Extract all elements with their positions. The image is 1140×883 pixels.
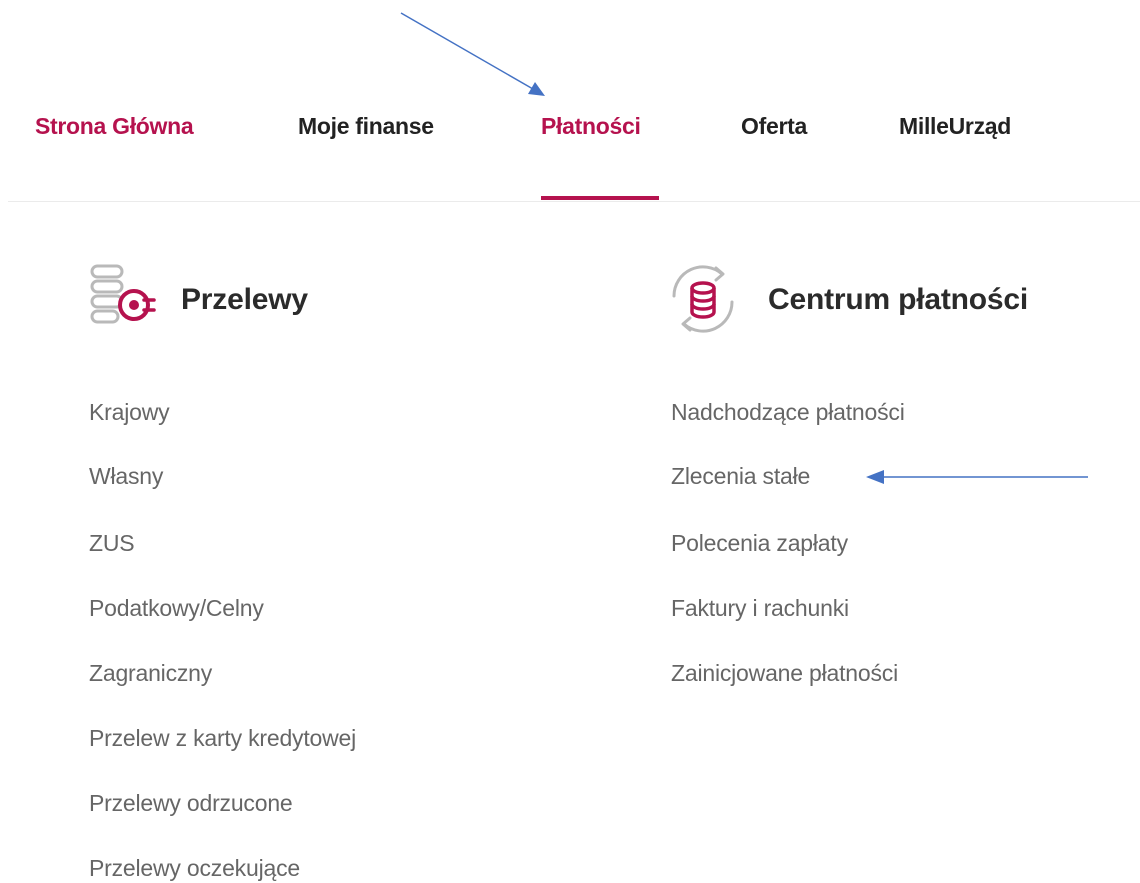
transfers-icon: [90, 264, 156, 324]
active-tab-indicator: [541, 196, 659, 200]
nav-item-milleurzad[interactable]: MilleUrząd: [899, 113, 1011, 140]
link-zagraniczny[interactable]: Zagraniczny: [89, 660, 212, 687]
link-przelewy-oczekujace[interactable]: Przelewy oczekujące: [89, 855, 300, 882]
section-title-centrum-platnosci: Centrum płatności: [768, 283, 1028, 316]
nav-item-oferta[interactable]: Oferta: [741, 113, 807, 140]
section-title-przelewy: Przelewy: [181, 283, 308, 316]
nav-item-platnosci[interactable]: Płatności: [541, 113, 641, 140]
link-zlecenia-stale[interactable]: Zlecenia stałe: [671, 463, 810, 490]
nav-divider: [8, 201, 1140, 202]
link-zus[interactable]: ZUS: [89, 530, 135, 557]
link-nadchodzace-platnosci[interactable]: Nadchodzące płatności: [671, 399, 905, 426]
link-przelew-z-karty-kredytowej[interactable]: Przelew z karty kredytowej: [89, 725, 356, 752]
nav-item-moje-finanse[interactable]: Moje finanse: [298, 113, 434, 140]
link-krajowy[interactable]: Krajowy: [89, 399, 170, 426]
nav-item-strona-glowna[interactable]: Strona Główna: [35, 113, 194, 140]
link-wlasny[interactable]: Własny: [89, 463, 163, 490]
main-nav: Strona Główna Moje finanse Płatności Ofe…: [0, 0, 1140, 202]
link-polecenia-zaplaty[interactable]: Polecenia zapłaty: [671, 530, 848, 557]
link-zainicjowane-platnosci[interactable]: Zainicjowane płatności: [671, 660, 898, 687]
link-faktury-i-rachunki[interactable]: Faktury i rachunki: [671, 595, 849, 622]
payment-center-icon: [672, 265, 734, 333]
annotation-arrow-left: [866, 470, 1088, 484]
link-podatkowy-celny[interactable]: Podatkowy/Celny: [89, 595, 264, 622]
link-przelewy-odrzucone[interactable]: Przelewy odrzucone: [89, 790, 293, 817]
